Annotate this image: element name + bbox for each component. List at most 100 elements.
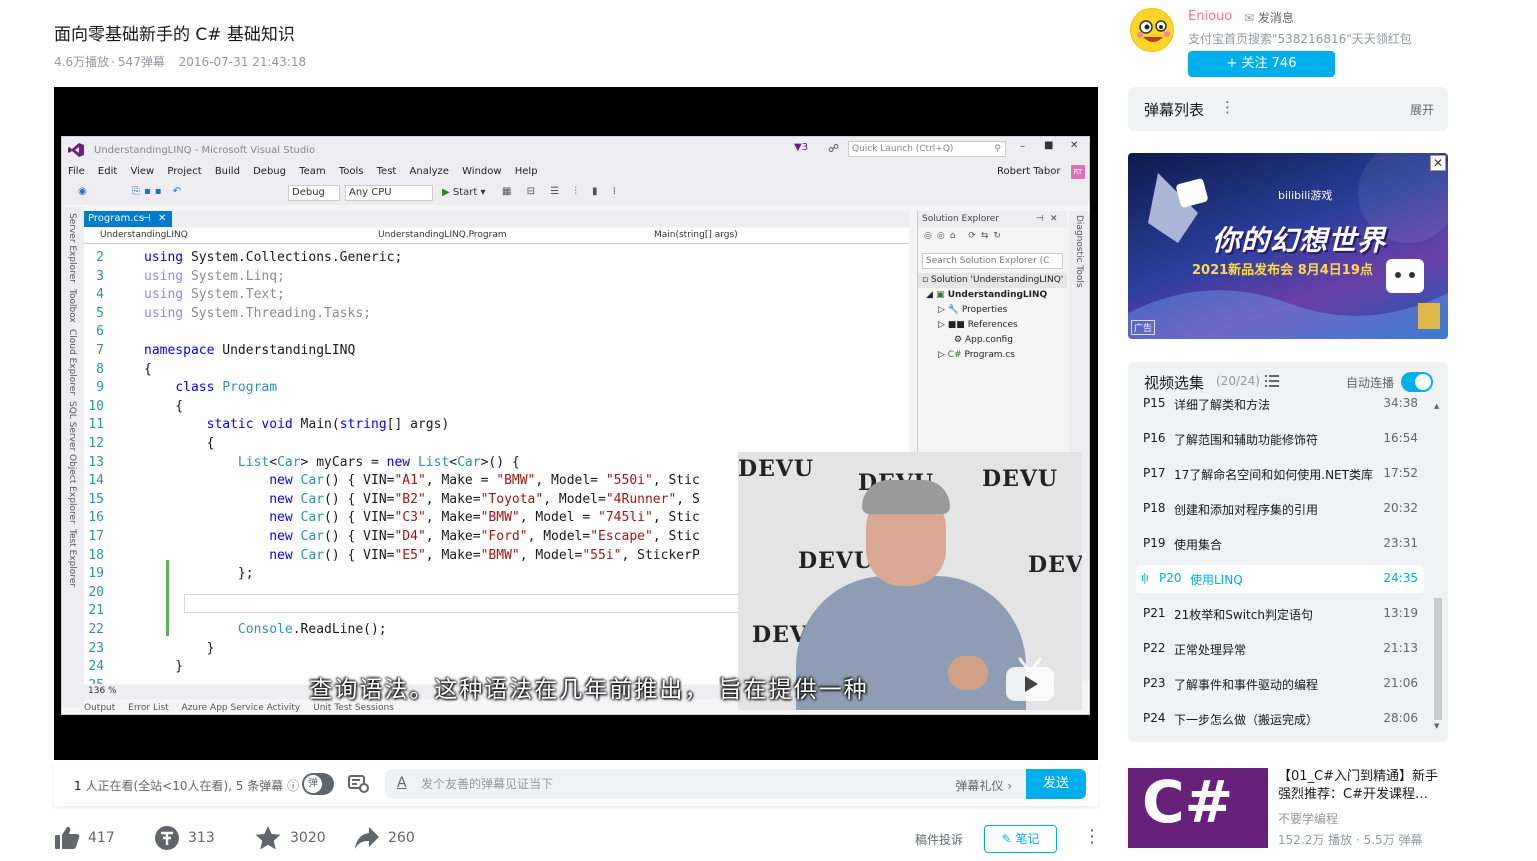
text-style-icon[interactable]: A — [397, 775, 407, 791]
danmaku-input[interactable] — [421, 769, 901, 799]
side-tab-cloud-explorer[interactable]: Cloud Explorer — [67, 329, 77, 395]
tab-output[interactable]: Output — [84, 703, 115, 713]
danmaku-more-icon[interactable]: ⋮ — [1220, 98, 1235, 116]
video-player[interactable]: UnderstandingLINQ - Microsoft Visual Stu… — [54, 87, 1098, 760]
recommend-thumbnail[interactable]: C# — [1128, 768, 1268, 848]
episode-item[interactable]: P18 创建和添加对程序集的引用 20:32 — [1136, 495, 1424, 523]
start-button[interactable]: ▶ Start ▾ — [442, 187, 486, 198]
vs-feedback-icon[interactable]: ☍ — [828, 142, 839, 155]
nav-project[interactable]: UnderstandingLINQ — [100, 230, 188, 240]
episode-item[interactable]: P21 21枚举和Switch判定语句 13:19 — [1136, 600, 1424, 628]
tree-app-config[interactable]: ⚙ App.config — [918, 333, 1067, 348]
ad-close-icon[interactable]: ✕ — [1430, 155, 1446, 171]
tab-azure-activity[interactable]: Azure App Service Activity — [182, 703, 301, 713]
favorite-button[interactable]: 3020 — [254, 823, 326, 853]
scroll-up-icon[interactable]: ▲ — [1434, 402, 1439, 410]
scroll-down-icon[interactable]: ▼ — [1434, 722, 1439, 730]
danmaku-list-header[interactable]: 弹幕列表 ⋮ 展开 — [1128, 87, 1448, 131]
episode-item[interactable]: P24 下一步怎么做（搬运完成） 28:06 — [1136, 705, 1424, 733]
follow-button[interactable]: + 关注 746 — [1188, 51, 1335, 77]
episode-item[interactable]: P22 正常处理异常 21:13 — [1136, 635, 1424, 663]
list-icon[interactable] — [1265, 375, 1279, 387]
episode-item[interactable]: P23 了解事件和事件驱动的编程 21:06 — [1136, 670, 1424, 698]
help-icon[interactable]: ⓘ — [287, 779, 299, 793]
minimize-icon[interactable]: – — [1020, 141, 1025, 152]
tree-project[interactable]: ◢ ▣ UnderstandingLINQ — [918, 288, 1067, 303]
bilibili-tv-icon[interactable] — [1002, 655, 1058, 705]
ad-banner[interactable]: bilibili游戏 你的幻想世界 2021新品发布会 8月4日19点 广告 ✕ — [1128, 153, 1448, 339]
note-button[interactable]: ✎ 笔记 — [984, 825, 1057, 853]
solution-toolbar[interactable]: ◎◎⌂ ⟳⇆↻ — [924, 231, 1006, 241]
tree-references[interactable]: ▷ ■■ References — [918, 318, 1067, 333]
send-message-link[interactable]: ✉ 发消息 — [1244, 9, 1294, 26]
zoom-level[interactable]: 136 % — [88, 686, 117, 696]
code-line: 21 — [84, 601, 144, 620]
quick-launch-input[interactable]: Quick Launch (Ctrl+Q) ⚲ — [848, 141, 1006, 157]
close-icon[interactable]: ✕ — [1050, 211, 1058, 227]
side-tab-server-explorer[interactable]: Server Explorer — [67, 213, 77, 283]
tree-properties[interactable]: ▷ 🔧 Properties — [918, 303, 1067, 318]
menu-project[interactable]: Project — [167, 163, 201, 181]
side-tab-toolbox[interactable]: Toolbox — [67, 289, 77, 323]
recommend-title[interactable]: 【01_C#入门到精通】新手强烈推荐：C#开发课程… — [1278, 768, 1448, 804]
nav-class[interactable]: UnderstandingLINQ.Program — [378, 230, 507, 240]
maximize-icon[interactable]: ■ — [1044, 140, 1053, 151]
uploader-name[interactable]: Eniouo — [1188, 9, 1232, 24]
toolbar-icons-2[interactable]: ▦ ⊟ ☰ ⫶ ▮ ⁞ — [502, 186, 622, 197]
menu-team[interactable]: Team — [299, 163, 325, 181]
side-tab-test-explorer[interactable]: Test Explorer — [67, 529, 77, 587]
menu-help[interactable]: Help — [515, 163, 538, 181]
nav-member[interactable]: Main(string[] args) — [654, 230, 738, 240]
tree-solution[interactable]: ▫ Solution 'UnderstandingLINQ' — [918, 273, 1067, 288]
tab-close-icon[interactable]: ✕ — [158, 211, 166, 227]
pin-icon[interactable]: ⊣ — [142, 211, 151, 227]
autoplay-switch[interactable] — [1401, 372, 1433, 392]
vs-notification-icon[interactable]: ▼3 — [794, 142, 808, 153]
back-icon[interactable]: ◉ — [78, 186, 87, 197]
close-icon[interactable]: ✕ — [1070, 140, 1078, 151]
vs-user-name[interactable]: Robert Tabor — [997, 163, 1061, 181]
episode-item[interactable]: P17 17了解命名空间和如何使用.NET类库 17:52 — [1136, 460, 1424, 488]
share-button[interactable]: 260 — [354, 823, 415, 853]
code-text: Console.ReadLine(); — [237, 622, 387, 637]
danmaku-expand-button[interactable]: 展开 — [1410, 101, 1434, 118]
toolbar-icons[interactable]: ⎘▪▪ ↶ — [132, 186, 185, 197]
episode-item[interactable]: P16 了解范围和辅助功能修饰符 16:54 — [1136, 425, 1424, 453]
menu-window[interactable]: Window — [462, 163, 501, 181]
send-danmaku-button[interactable]: 发送 — [1026, 769, 1086, 799]
danmaku-settings-icon[interactable] — [348, 774, 370, 794]
platform-select[interactable]: Any CPU — [345, 185, 433, 201]
config-select[interactable]: Debug — [288, 185, 340, 201]
more-icon[interactable]: ⋮ — [1083, 826, 1101, 847]
episode-scroll-thumb[interactable] — [1434, 598, 1442, 720]
menu-file[interactable]: File — [68, 163, 85, 181]
recommend-card[interactable]: C# 【01_C#入门到精通】新手强烈推荐：C#开发课程… 不要学编程 152.… — [1128, 768, 1448, 848]
menu-test[interactable]: Test — [377, 163, 397, 181]
menu-debug[interactable]: Debug — [253, 163, 286, 181]
tree-program-cs[interactable]: ▷ C# Program.cs — [918, 348, 1067, 363]
episode-item[interactable]: P19 使用集合 23:31 — [1136, 530, 1424, 558]
coin-button[interactable]: 313 — [154, 823, 215, 853]
menu-view[interactable]: View — [130, 163, 154, 181]
like-button[interactable]: 417 — [54, 823, 115, 853]
tab-program-cs[interactable]: Program.cs ⊣ ✕ — [84, 211, 172, 227]
menu-analyze[interactable]: Analyze — [410, 163, 449, 181]
pin-icon[interactable]: ⊣ — [1036, 211, 1044, 227]
side-tab-diagnostic-tools[interactable]: Diagnostic Tools — [1074, 215, 1084, 288]
tab-error-list[interactable]: Error List — [128, 703, 169, 713]
side-tab-sql-explorer[interactable]: SQL Server Object Explorer — [67, 401, 77, 524]
episode-item[interactable]: P15 详细了解类和方法 34:38 — [1136, 390, 1424, 418]
menu-build[interactable]: Build — [215, 163, 240, 181]
menu-tools[interactable]: Tools — [339, 163, 364, 181]
code-line: 10 { — [84, 397, 183, 416]
uploader-avatar[interactable] — [1130, 8, 1174, 52]
menu-edit[interactable]: Edit — [98, 163, 117, 181]
tab-unit-test[interactable]: Unit Test Sessions — [313, 703, 394, 713]
danmaku-etiquette-link[interactable]: 弹幕礼仪 › — [955, 777, 1012, 794]
solution-search-input[interactable]: Search Solution Explorer (C — [922, 253, 1063, 269]
report-link[interactable]: 稿件投诉 — [915, 831, 963, 848]
vs-user-avatar[interactable]: RT — [1071, 165, 1085, 179]
danmaku-toggle[interactable]: 弹 — [302, 773, 334, 795]
recommend-uploader[interactable]: 不要学编程 — [1278, 810, 1338, 827]
episode-item[interactable]: ı|ı P20 使用LINQ 24:35 — [1136, 565, 1424, 593]
